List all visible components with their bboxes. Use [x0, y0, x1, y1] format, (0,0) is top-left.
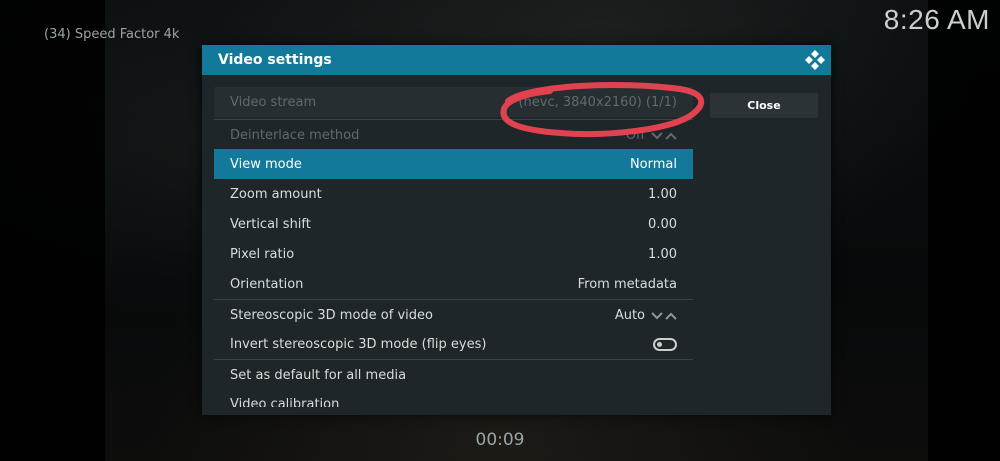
- setting-value: 1.00: [648, 247, 677, 262]
- setting-value: Off: [625, 128, 645, 143]
- elapsed-time: 00:09: [475, 430, 525, 450]
- video-settings-dialog: Video settings Video stream (hevc, 3840x…: [202, 45, 831, 415]
- dialog-title: Video settings: [218, 52, 332, 68]
- toggle-knob: [657, 342, 662, 347]
- dialog-header: Video settings: [202, 45, 831, 75]
- setting-label: Vertical shift: [230, 217, 311, 232]
- setting-value: Normal: [629, 157, 677, 172]
- setting-label: Pixel ratio: [230, 247, 295, 262]
- setting-orientation[interactable]: Orientation From metadata: [214, 269, 693, 299]
- setting-value: 1.00: [648, 187, 677, 202]
- setting-label: Deinterlace method: [230, 128, 360, 143]
- setting-label: Video calibration: [230, 397, 340, 407]
- setting-label: Set as default for all media: [230, 368, 407, 383]
- media-title: (34) Speed Factor 4k: [44, 27, 179, 42]
- setting-value: From metadata: [577, 277, 677, 292]
- setting-label: Zoom amount: [230, 187, 322, 202]
- setting-stereoscopic-3d-mode[interactable]: Stereoscopic 3D mode of video Auto: [214, 299, 693, 329]
- media-number: (34): [44, 27, 71, 42]
- chevron-up-down-icon[interactable]: [651, 131, 677, 141]
- setting-invert-stereoscopic[interactable]: Invert stereoscopic 3D mode (flip eyes): [214, 329, 693, 359]
- setting-value: Auto: [614, 308, 645, 323]
- settings-list: Video stream (hevc, 3840x2160) (1/1) Dei…: [214, 87, 693, 407]
- setting-zoom-amount[interactable]: Zoom amount 1.00: [214, 179, 693, 209]
- media-name: Speed Factor 4k: [74, 27, 180, 42]
- setting-label: Stereoscopic 3D mode of video: [230, 308, 433, 323]
- kodi-logo-icon: [805, 50, 825, 70]
- letterbox-right: [928, 0, 1000, 461]
- toggle-off-icon[interactable]: [653, 338, 677, 351]
- setting-pixel-ratio[interactable]: Pixel ratio 1.00: [214, 239, 693, 269]
- letterbox-left: [0, 0, 105, 461]
- setting-value: 0.00: [648, 217, 677, 232]
- setting-set-default[interactable]: Set as default for all media: [214, 359, 693, 389]
- setting-video-calibration[interactable]: Video calibration: [214, 389, 693, 407]
- setting-vertical-shift[interactable]: Vertical shift 0.00: [214, 209, 693, 239]
- setting-label: View mode: [230, 157, 302, 172]
- setting-label: Video stream: [230, 95, 317, 110]
- chevron-up-down-icon[interactable]: [651, 311, 677, 321]
- setting-deinterlace-method[interactable]: Deinterlace method Off: [214, 119, 693, 149]
- setting-value: (hevc, 3840x2160) (1/1): [518, 95, 677, 110]
- close-button[interactable]: Close: [710, 93, 818, 118]
- setting-view-mode[interactable]: View mode Normal: [214, 149, 693, 179]
- setting-label: Invert stereoscopic 3D mode (flip eyes): [230, 337, 487, 352]
- setting-video-stream[interactable]: Video stream (hevc, 3840x2160) (1/1): [214, 87, 693, 117]
- setting-label: Orientation: [230, 277, 304, 292]
- clock: 8:26 AM: [883, 4, 990, 35]
